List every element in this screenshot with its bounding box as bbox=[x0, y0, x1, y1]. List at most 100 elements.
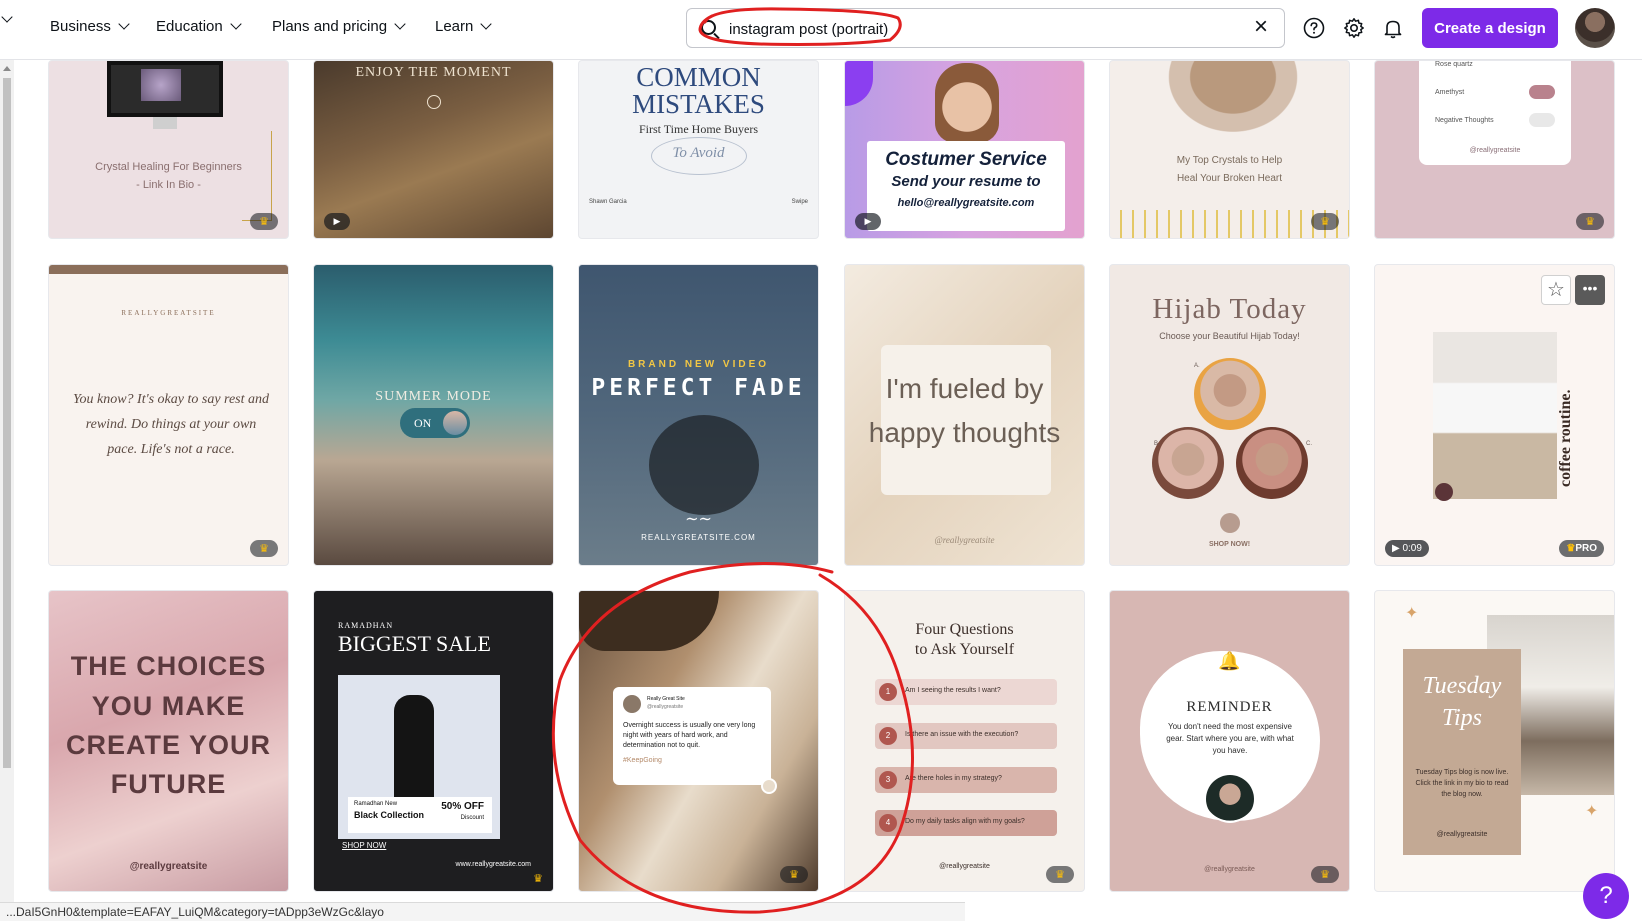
bell-icon: 🔔 bbox=[1218, 651, 1241, 671]
premium-crown-icon: ♛ bbox=[250, 213, 278, 230]
card-text: to Ask Yourself bbox=[914, 641, 1015, 658]
card-text: C. bbox=[1306, 441, 1312, 447]
template-card-four-questions[interactable]: Four Questions to Ask Yourself 1 Am I se… bbox=[844, 590, 1085, 892]
person-photo bbox=[935, 63, 999, 143]
template-card-tuesday-tips[interactable]: Tuesday Tips Tuesday Tips blog is now li… bbox=[1374, 590, 1615, 892]
card-text: ON bbox=[414, 416, 432, 430]
template-card-rest-rewind[interactable]: REALLYGREATSITE You know? It's okay to s… bbox=[48, 264, 289, 566]
toggle-icon: ON bbox=[400, 408, 470, 438]
scroll-up-arrow-icon[interactable] bbox=[3, 66, 11, 71]
create-design-button[interactable]: Create a design bbox=[1422, 8, 1558, 48]
template-card-negative-thoughts[interactable]: Rose quartz Amethyst Negative Thoughts @… bbox=[1374, 60, 1615, 239]
search-input[interactable] bbox=[729, 18, 1209, 40]
card-text: Send your resume to bbox=[891, 173, 1041, 190]
template-card-coffee-routine[interactable]: coffee routine. ☆ ••• ▶ 0:09 ♛PRO bbox=[1374, 264, 1615, 566]
search-box: × bbox=[686, 8, 1285, 48]
card-text: - Link In Bio - bbox=[136, 179, 201, 191]
template-card-hijab-today[interactable]: Hijab Today Choose your Beautiful Hijab … bbox=[1109, 264, 1350, 566]
coffee-photo bbox=[1433, 332, 1557, 499]
premium-crown-icon: ♛ bbox=[1311, 213, 1339, 230]
status-url-bar: ...DaI5GnH0&template=EAFAY_LuiQM&categor… bbox=[0, 902, 965, 921]
card-text: @reallygreatsite bbox=[1436, 831, 1488, 838]
help-circle-icon[interactable] bbox=[1303, 17, 1325, 39]
video-duration: 0:09 bbox=[1402, 543, 1422, 554]
help-button[interactable]: ? bbox=[1583, 873, 1629, 919]
search-icon bbox=[701, 20, 716, 35]
star-favorite-icon[interactable]: ☆ bbox=[1541, 275, 1571, 305]
card-text: SUMMER MODE bbox=[375, 389, 492, 404]
card-text: Tuesday bbox=[1422, 673, 1502, 699]
top-navigation-bar: Business Education Plans and pricing Lea… bbox=[0, 0, 1642, 60]
card-text: REMINDER bbox=[1186, 699, 1273, 715]
template-card-common-mistakes[interactable]: COMMON MISTAKES First Time Home Buyers T… bbox=[578, 60, 819, 239]
template-card-keep-going[interactable]: Really Great Site @reallygreatsite Overn… bbox=[578, 590, 819, 892]
toggle-knob bbox=[443, 411, 467, 435]
nav-overflow-chevron[interactable] bbox=[0, 11, 13, 23]
scrollbar[interactable] bbox=[0, 60, 14, 920]
card-text: Choose your Beautiful Hijab Today! bbox=[1159, 331, 1300, 341]
card-text: Overnight success is usually one very lo… bbox=[623, 722, 756, 749]
scrollbar-thumb[interactable] bbox=[3, 78, 11, 768]
template-card-crystal-healing[interactable]: Crystal Healing For Beginners - Link In … bbox=[48, 60, 289, 239]
template-card-crystals-heart[interactable]: My Top Crystals to Help Heal Your Broken… bbox=[1109, 60, 1350, 239]
template-card-summer-mode[interactable]: SUMMER MODE ON bbox=[313, 264, 554, 566]
clear-search-icon[interactable]: × bbox=[1250, 15, 1272, 39]
card-text: FUTURE bbox=[110, 769, 227, 799]
card-text: Crystal Healing For Beginners bbox=[95, 161, 242, 173]
more-options-icon[interactable]: ••• bbox=[1575, 275, 1605, 305]
card-text: @reallygreatsite bbox=[129, 861, 208, 872]
card-text: REALLYGREATSITE.COM bbox=[641, 533, 756, 542]
hijab-photo-a bbox=[1194, 358, 1266, 430]
mustache-icon: ∼∼ bbox=[685, 511, 712, 528]
template-card-perfect-fade[interactable]: BRAND NEW VIDEO PERFECT FADE ∼∼ REALLYGR… bbox=[578, 264, 819, 566]
avatar bbox=[623, 695, 641, 713]
card-text: MISTAKES bbox=[632, 89, 765, 119]
premium-crown-icon: ♛ bbox=[1566, 543, 1576, 554]
sparkle-icon: ✦ bbox=[1405, 605, 1419, 622]
question-row: 4 Do my daily tasks align with my goals? bbox=[875, 810, 1057, 836]
toggle-icon bbox=[1529, 113, 1555, 127]
avatar[interactable] bbox=[1575, 8, 1615, 48]
card-text: YOU MAKE bbox=[91, 691, 246, 721]
monitor-stand bbox=[153, 117, 177, 129]
card-text: happy thoughts bbox=[868, 417, 1061, 448]
nav-plans-pricing[interactable]: Plans and pricing bbox=[272, 18, 406, 35]
tweet-card: Really Great Site @reallygreatsite Overn… bbox=[613, 687, 771, 785]
card-text: BRAND NEW VIDEO bbox=[627, 359, 770, 370]
card-text: A. bbox=[1194, 363, 1200, 369]
nav-business[interactable]: Business bbox=[50, 18, 130, 35]
card-text: You know? It's okay to say rest and rewi… bbox=[73, 392, 270, 457]
template-card-customer-service[interactable]: Costumer Service Send your resume to hel… bbox=[844, 60, 1085, 239]
chevron-down-icon bbox=[1, 11, 13, 23]
chevron-down-icon bbox=[394, 18, 406, 30]
template-card-happy-thoughts[interactable]: I'm fueled by happy thoughts @reallygrea… bbox=[844, 264, 1085, 566]
heart-icon bbox=[761, 778, 777, 794]
nav-education[interactable]: Education bbox=[156, 18, 242, 35]
card-text: COMMON bbox=[636, 62, 761, 92]
card-text: Four Questions bbox=[915, 621, 1014, 638]
card-text: SHOP NOW bbox=[342, 841, 387, 850]
card-text: Costumer Service bbox=[885, 149, 1047, 170]
template-card-choices[interactable]: THE CHOICES YOU MAKE CREATE YOUR FUTURE … bbox=[48, 590, 289, 892]
nav-learn-label: Learn bbox=[435, 18, 474, 35]
card-text: hello@reallygreatsite.com bbox=[897, 197, 1035, 209]
card-text: REALLYGREATSITE bbox=[121, 309, 216, 317]
card-text: Ramadhan New bbox=[354, 801, 398, 807]
card-text: I'm fueled by bbox=[885, 373, 1044, 404]
gear-icon[interactable] bbox=[1343, 17, 1365, 39]
card-text: To Avoid bbox=[672, 145, 725, 161]
card-text: Black Collection bbox=[354, 810, 425, 820]
template-card-enjoy-moment[interactable]: ENJOY THE MOMENT ▶ bbox=[313, 60, 554, 239]
sale-box: Ramadhan New Black Collection 50% OFF Di… bbox=[348, 797, 492, 833]
card-text: Really Great Site bbox=[647, 696, 685, 702]
bell-icon[interactable] bbox=[1382, 17, 1404, 39]
nav-learn[interactable]: Learn bbox=[435, 18, 493, 35]
card-text: Is there an issue with the execution? bbox=[905, 731, 1019, 738]
toggle-icon bbox=[1529, 85, 1555, 99]
template-card-biggest-sale[interactable]: RAMADHAN BIGGEST SALE Ramadhan New Black… bbox=[313, 590, 554, 892]
premium-crown-icon: ♛ bbox=[533, 873, 543, 885]
top-stripe bbox=[49, 265, 288, 274]
premium-crown-icon: ♛ bbox=[250, 540, 278, 557]
template-card-reminder[interactable]: 🔔 REMINDER You don't need the most expen… bbox=[1109, 590, 1350, 892]
card-text: PERFECT FADE bbox=[591, 375, 806, 401]
